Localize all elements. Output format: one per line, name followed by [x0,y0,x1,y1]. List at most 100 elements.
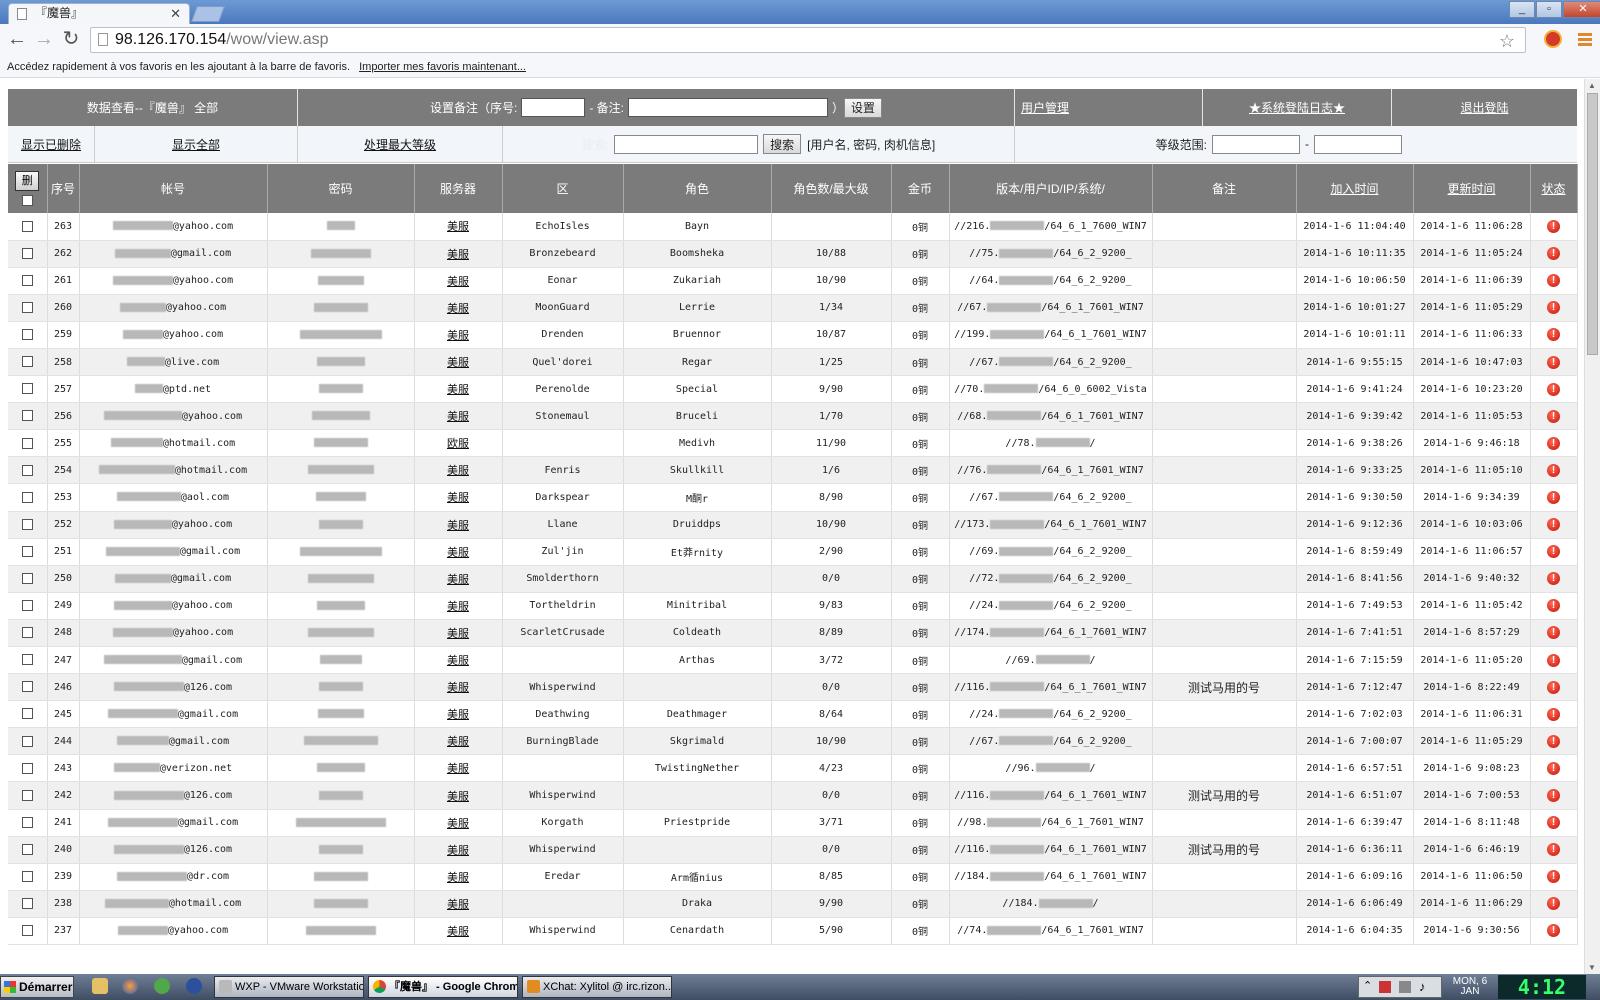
row-checkbox[interactable] [21,437,33,449]
alert-icon[interactable]: ! [1547,382,1560,396]
row-checkbox[interactable] [21,302,33,314]
server-link[interactable]: 美服 [447,628,469,640]
server-link[interactable]: 美服 [447,330,469,342]
server-link[interactable]: 美服 [447,791,469,803]
server-link[interactable]: 美服 [447,818,469,830]
alert-icon[interactable]: ! [1547,355,1560,369]
sort-status-link[interactable]: 状态 [1541,182,1565,196]
row-checkbox[interactable] [21,871,33,883]
server-link[interactable]: 美服 [447,357,469,369]
search-input[interactable] [614,134,759,154]
column-header-join-time[interactable]: 加入时间 [1296,164,1414,213]
select-all-checkbox[interactable] [21,194,33,206]
row-checkbox[interactable] [21,681,33,693]
row-checkbox[interactable] [21,925,33,937]
server-link[interactable]: 美服 [447,520,469,532]
back-arrow-icon[interactable]: ← [6,29,28,51]
show-all-link[interactable]: 显示全部 [172,136,220,153]
max-level-link[interactable]: 处理最大等级 [364,136,436,153]
note-text-input[interactable] [627,98,828,117]
minimize-icon[interactable]: _ [1509,1,1535,18]
server-link[interactable]: 美服 [447,655,469,667]
row-checkbox[interactable] [21,654,33,666]
logout-link[interactable]: 退出登陆 [1460,99,1508,116]
maximize-icon[interactable]: ▫ [1536,1,1562,18]
alert-icon[interactable]: ! [1547,328,1560,342]
alert-icon[interactable]: ! [1547,247,1560,261]
server-link[interactable]: 美服 [447,276,469,288]
server-link[interactable]: 美服 [447,899,469,911]
row-checkbox[interactable] [21,491,33,503]
row-checkbox[interactable] [21,708,33,720]
column-header-status[interactable]: 状态 [1530,164,1578,213]
volume-icon[interactable]: ♪ [1419,979,1426,994]
server-link[interactable]: 美服 [447,411,469,423]
row-checkbox[interactable] [21,356,33,368]
alert-icon[interactable]: ! [1547,219,1560,233]
task-xchat[interactable]: XChat: Xylitol @ irc.rizon... [522,976,672,998]
alert-icon[interactable]: ! [1547,870,1560,884]
close-window-icon[interactable]: ✕ [1563,1,1600,18]
start-button[interactable]: Démarrer [0,976,74,998]
server-link[interactable]: 美服 [447,601,469,613]
alert-icon[interactable]: ! [1547,463,1560,477]
search-button[interactable]: 搜索 [763,134,802,154]
task-chrome[interactable]: 『魔兽』 - Google Chrome [368,976,518,998]
row-checkbox[interactable] [21,816,33,828]
note-id-input[interactable] [521,98,586,117]
row-checkbox[interactable] [21,789,33,801]
alert-icon[interactable]: ! [1547,409,1560,423]
row-checkbox[interactable] [21,843,33,855]
server-link[interactable]: 美服 [447,709,469,721]
tab-close-icon[interactable]: ✕ [170,4,181,23]
forward-arrow-icon[interactable]: → [33,29,55,51]
server-link[interactable]: 美服 [447,465,469,477]
alert-icon[interactable]: ! [1547,707,1560,721]
show-deleted-link[interactable]: 显示已删除 [21,136,81,153]
server-link[interactable]: 美服 [447,249,469,261]
gear-icon[interactable] [154,978,170,994]
row-checkbox[interactable] [21,410,33,422]
delete-button[interactable]: 删 [15,171,40,192]
row-checkbox[interactable] [21,274,33,286]
vertical-scrollbar[interactable]: ▲ ▼ [1584,79,1600,974]
row-checkbox[interactable] [21,735,33,747]
alert-icon[interactable]: ! [1547,274,1560,288]
row-checkbox[interactable] [21,627,33,639]
set-note-button[interactable]: 设置 [844,97,883,118]
security-icon[interactable] [1379,981,1391,993]
tray-expand-icon[interactable]: ⌃ [1363,979,1372,992]
server-link[interactable]: 美服 [447,845,469,857]
alert-icon[interactable]: ! [1547,653,1560,667]
row-checkbox[interactable] [21,898,33,910]
alert-icon[interactable]: ! [1547,789,1560,803]
menu-icon[interactable] [1578,33,1592,49]
level-max-input[interactable] [1314,134,1402,154]
alert-icon[interactable]: ! [1547,599,1560,613]
alert-icon[interactable]: ! [1547,626,1560,640]
row-checkbox[interactable] [21,220,33,232]
scrollbar-thumb[interactable] [1587,93,1598,355]
server-link[interactable]: 美服 [447,547,469,559]
alert-icon[interactable]: ! [1547,843,1560,857]
alert-icon[interactable]: ! [1547,816,1560,830]
server-link[interactable]: 美服 [447,736,469,748]
task-vmware[interactable]: WXP - VMware Workstation [214,976,364,998]
row-checkbox[interactable] [21,573,33,585]
alert-icon[interactable]: ! [1547,924,1560,938]
folder-icon[interactable] [92,978,108,994]
row-checkbox[interactable] [21,545,33,557]
server-link[interactable]: 美服 [447,492,469,504]
row-checkbox[interactable] [21,247,33,259]
alert-icon[interactable]: ! [1547,761,1560,775]
extension-icon[interactable] [1544,30,1562,48]
network-icon[interactable] [1399,981,1411,993]
bookmark-star-icon[interactable]: ☆ [1499,29,1515,53]
row-checkbox[interactable] [21,600,33,612]
level-min-input[interactable] [1212,134,1300,154]
browser-tab[interactable]: 『魔兽』 ✕ [8,3,190,24]
row-checkbox[interactable] [21,329,33,341]
row-checkbox[interactable] [21,762,33,774]
alert-icon[interactable]: ! [1547,490,1560,504]
server-link[interactable]: 美服 [447,303,469,315]
